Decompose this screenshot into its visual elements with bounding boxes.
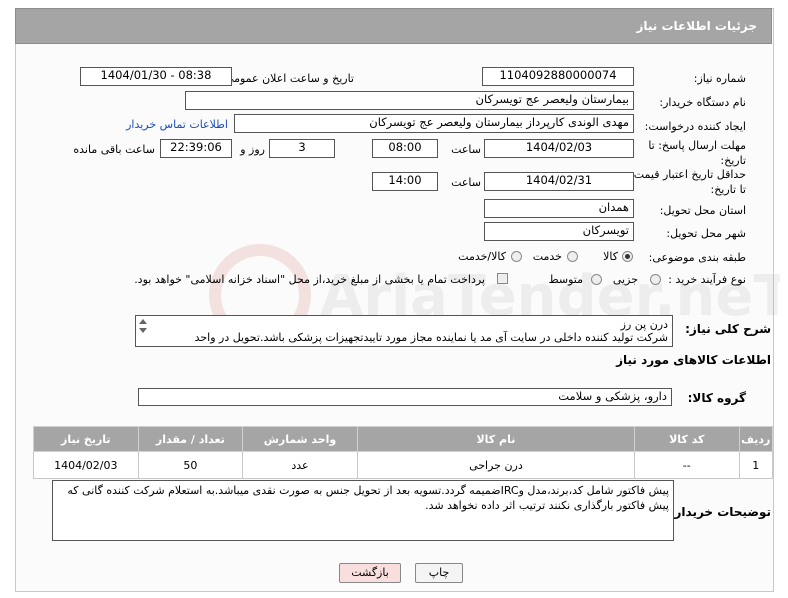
province-field: همدان [484,199,634,218]
province-label: استان محل تحویل: [659,204,746,217]
category-radio-both[interactable] [511,251,522,262]
remaining-time-field: 22:39:06 [160,139,232,158]
th-row: ردیف [738,426,774,452]
buyer-org-field: بیمارستان ولیعصر عج تویسرکان [185,91,634,110]
process-option-medium: متوسط [548,273,583,286]
header-bar: جزئیات اطلاعات نیاز [15,8,772,44]
process-option-minor: جزیی [612,273,638,286]
cell-unit: عدد [242,451,358,479]
back-button[interactable]: بازگشت [339,563,401,583]
deadline-label-2: تاریخ: [720,154,746,167]
need-number-field: 1104092880000074 [482,67,634,86]
summary-line-1: درن پن رز [620,318,668,331]
process-radio-minor[interactable] [650,274,661,285]
scroll-down-icon[interactable] [139,328,147,333]
table-header-row: ردیف کد کالا نام کالا واحد شمارش تعداد /… [33,426,774,452]
deadline-label-1: مهلت ارسال پاسخ: تا [648,139,746,152]
cell-name: درن جراحی [356,451,635,479]
deadline-time-field: 08:00 [372,139,438,158]
city-field: تویسرکان [484,222,634,241]
payment-note: پرداخت تمام یا بخشی از مبلغ خرید،از محل … [134,273,485,286]
print-button[interactable]: چاپ [415,563,463,583]
creator-label: ایجاد کننده درخواست: [644,120,746,133]
category-radio-service[interactable] [567,251,578,262]
announce-field: 1404/01/30 - 08:38 [80,67,232,86]
cell-row: 1 [738,451,774,479]
buyer-org-label: نام دستگاه خریدار: [659,96,746,109]
page-title: جزئیات اطلاعات نیاز [636,19,757,33]
validity-time-label: ساعت [451,176,481,189]
deadline-date-field: 1404/02/03 [484,139,634,158]
need-number-label: شماره نیاز: [693,72,746,85]
validity-date-field: 1404/02/31 [484,172,634,191]
buyer-contact-link[interactable]: اطلاعات تماس خریدار [126,118,228,131]
scroll-up-icon[interactable] [139,319,147,324]
validity-label-2: تا تاریخ: [710,183,746,196]
city-label: شهر محل تحویل: [666,227,746,240]
goods-group-label: گروه کالا: [687,391,746,405]
category-label: طبقه بندی موضوعی: [648,251,746,264]
th-qty: تعداد / مقدار [137,426,244,452]
th-code: کد کالا [633,426,740,452]
process-radio-medium[interactable] [591,274,602,285]
notes-label: توضیحات خریدار: [669,505,771,519]
th-date: تاریخ نیاز [33,426,139,452]
summary-label: شرح کلی نیاز: [685,322,771,336]
notes-textarea[interactable]: پیش فاکتور شامل کد،برند،مدل وIRCضمیمه گر… [52,480,674,541]
summary-textarea[interactable]: درن پن رز شرکت تولید کننده داخلی در سایت… [135,315,673,347]
days-field: 3 [269,139,335,158]
remaining-label: ساعت باقی مانده [73,143,155,156]
category-radio-goods[interactable] [622,251,633,262]
th-unit: واحد شمارش [242,426,358,452]
deadline-time-label: ساعت [451,143,481,156]
category-option-service: خدمت [532,250,562,263]
cell-code: -- [633,451,740,479]
process-label: نوع فرآیند خرید : [668,273,746,286]
category-option-both: کالا/خدمت [458,250,506,263]
payment-checkbox[interactable] [497,273,508,284]
goods-group-field: دارو، پزشکی و سلامت [138,388,672,406]
days-label: روز و [240,143,265,156]
summary-line-2: شرکت تولید کننده داخلی در سایت آی مد یا … [194,331,668,344]
goods-section-title: اطلاعات کالاهای مورد نیاز [616,353,771,367]
creator-field: مهدی الوندی کارپرداز بیمارستان ولیعصر عج… [234,114,634,133]
announce-label: تاریخ و ساعت اعلان عمومی: [221,72,354,85]
cell-date: 1404/02/03 [33,451,139,479]
cell-qty: 50 [137,451,244,479]
validity-label-1: حداقل تاریخ اعتبار قیمت: [630,168,746,181]
validity-time-field: 14:00 [372,172,438,191]
items-table: ردیف کد کالا نام کالا واحد شمارش تعداد /… [33,426,774,479]
th-name: نام کالا [356,426,635,452]
table-row[interactable]: 1 -- درن جراحی عدد 50 1404/02/03 [33,451,774,479]
category-option-goods: کالا [603,250,618,263]
